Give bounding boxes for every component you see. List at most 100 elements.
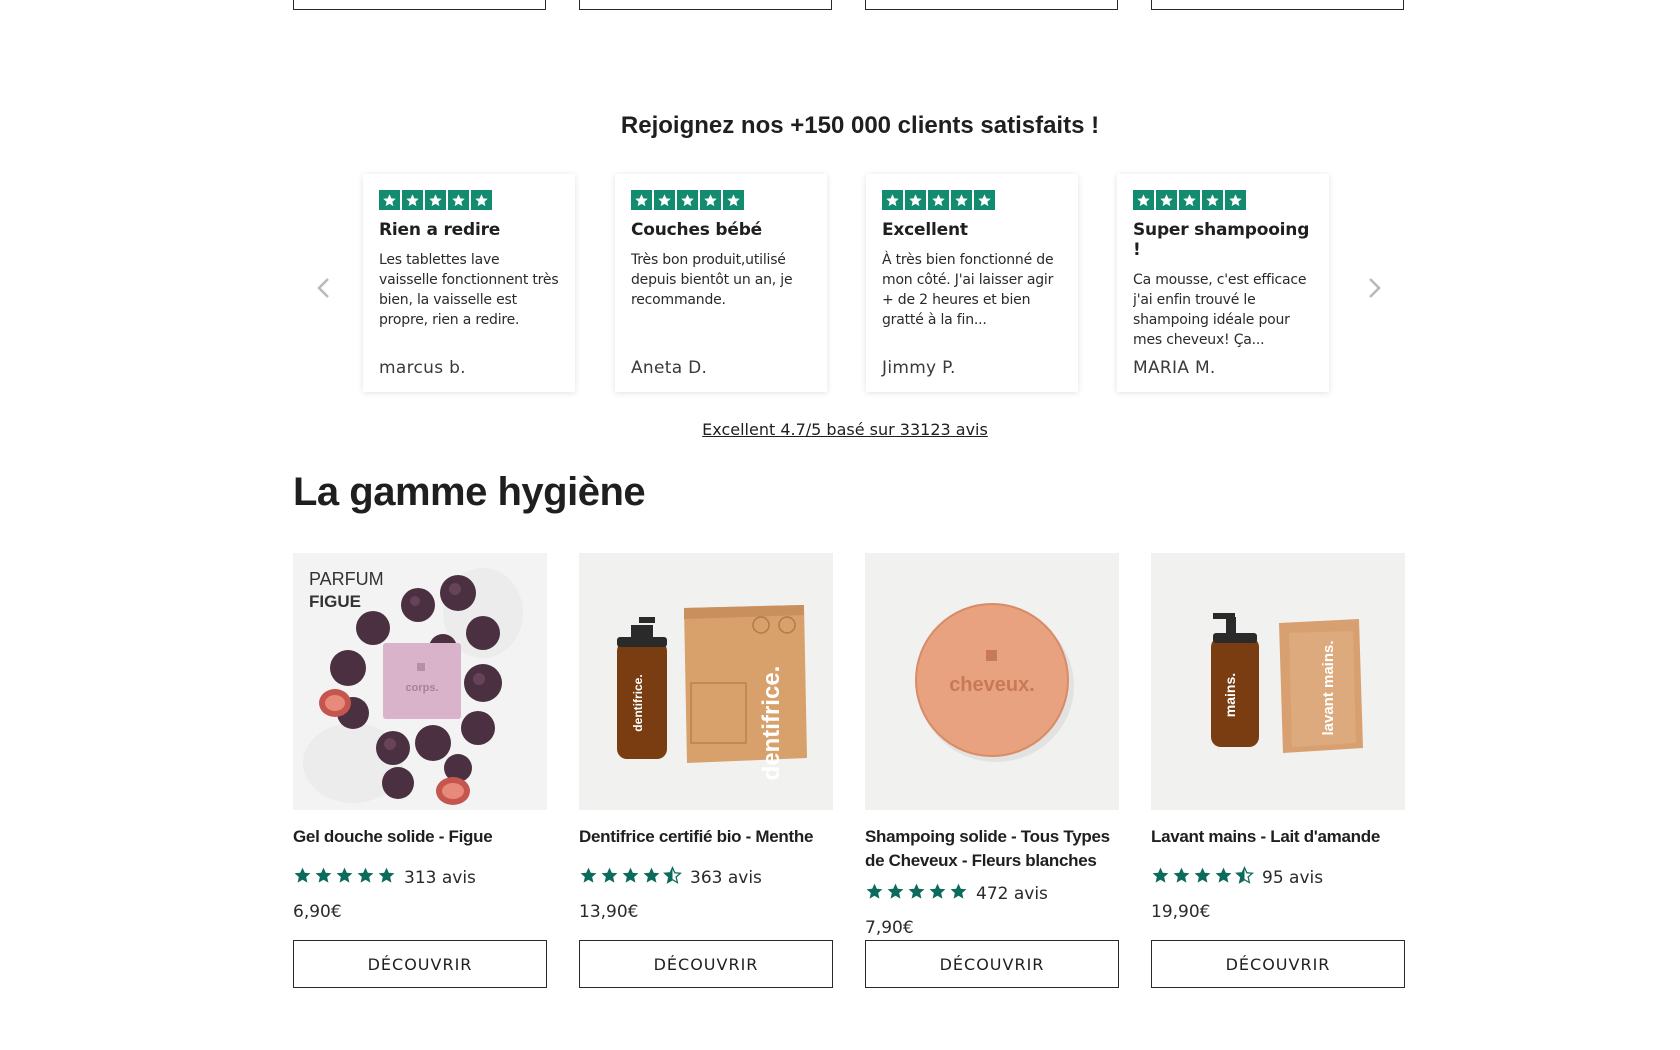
product-grid: corps. PARFUM FIGUE Gel douche solide - … [293,553,1407,993]
product-name[interactable]: Lavant mains - Lait d'amande [1151,825,1405,849]
star-icon [1202,190,1223,210]
rating-summary-link[interactable]: Excellent 4.7/5 basé sur 33123 avis [702,420,988,439]
svg-text:corps.: corps. [405,682,438,694]
star-icon [974,190,995,210]
product-image-fig-shower-gel[interactable]: corps. PARFUM FIGUE [293,553,547,810]
star-half-icon [1235,866,1254,890]
star-full-icon [1214,866,1233,890]
review-card[interactable]: Rien a redire Les tablettes lave vaissel… [363,174,575,392]
previous-product-button[interactable] [579,0,832,10]
carousel-next-button[interactable] [1360,274,1388,302]
star-icon [379,190,400,210]
star-icon [471,190,492,210]
discover-button[interactable]: DÉCOUVRIR [293,940,547,988]
review-card[interactable]: Excellent À très bien fonctionné de mon … [866,174,1078,392]
star-half-icon [663,866,682,890]
product-image-hand-wash[interactable]: lavant mains. mains. [1151,553,1405,810]
product-card[interactable]: cheveux. Shampoing solide - Tous Types d… [865,553,1119,993]
review-author: marcus b. [379,358,466,378]
star-full-icon [621,866,640,890]
rating-summary: Excellent 4.7/5 basé sur 33123 avis [0,420,1680,439]
trustpilot-stars [379,190,559,210]
review-author: Aneta D. [631,358,708,378]
svg-text:dentifrice.: dentifrice. [758,666,785,781]
previous-product-button[interactable] [865,0,1118,10]
svg-text:FIGUE: FIGUE [309,592,361,611]
star-icon [723,190,744,210]
star-icon [1133,190,1154,210]
star-full-icon [377,866,396,890]
product-price: 19,90€ [1151,902,1211,922]
review-count: 363 avis [690,868,762,888]
svg-text:cheveux.: cheveux. [949,674,1035,696]
rating-stars [865,882,968,906]
product-name[interactable]: Dentifrice certifié bio - Menthe [579,825,833,849]
star-icon [700,190,721,210]
star-full-icon [1193,866,1212,890]
star-full-icon [949,882,968,906]
rating-stars [1151,866,1254,890]
carousel-prev-button[interactable] [310,274,338,302]
star-icon [1156,190,1177,210]
svg-text:PARFUM: PARFUM [309,569,384,589]
product-price: 6,90€ [293,902,342,922]
review-body: Les tablettes lave vaisselle fonctionnen… [379,252,559,328]
star-icon [402,190,423,210]
star-icon [677,190,698,210]
star-full-icon [335,866,354,890]
review-body: Très bon produit,utilisé depuis bientôt … [631,252,793,308]
review-body: Ca mousse, c'est efficace j'ai enfin tro… [1133,272,1307,348]
svg-text:lavant mains.: lavant mains. [1320,640,1337,735]
product-image-solid-shampoo[interactable]: cheveux. [865,553,1119,810]
section-title: La gamme hygiène [293,470,646,514]
rating-stars [579,866,682,890]
product-image-toothpaste[interactable]: dentifrice. dentifrice. [579,553,833,810]
star-full-icon [886,882,905,906]
review-count: 313 avis [404,868,476,888]
star-full-icon [1151,866,1170,890]
star-full-icon [928,882,947,906]
reviews-headline: Rejoignez nos +150 000 clients satisfait… [620,112,1100,139]
fig-illustration: corps. PARFUM FIGUE [293,553,547,810]
discover-button[interactable]: DÉCOUVRIR [1151,940,1405,988]
product-price: 13,90€ [579,902,639,922]
reviews-carousel: Rien a redire Les tablettes lave vaissel… [0,174,1680,394]
chevron-right-icon [1369,278,1381,298]
star-full-icon [600,866,619,890]
product-card[interactable]: corps. PARFUM FIGUE Gel douche solide - … [293,553,547,993]
svg-text:dentifrice.: dentifrice. [631,674,645,731]
star-full-icon [1172,866,1191,890]
star-icon [425,190,446,210]
trustpilot-stars [631,190,811,210]
product-rating: 313 avis [293,866,547,890]
star-icon [882,190,903,210]
previous-section-buttons [293,0,1407,10]
product-name[interactable]: Shampoing solide - Tous Types de Cheveux… [865,825,1119,873]
star-full-icon [314,866,333,890]
star-full-icon [865,882,884,906]
star-full-icon [642,866,661,890]
rating-stars [293,866,396,890]
product-card[interactable]: lavant mains. mains. Lavant mains - Lait… [1151,553,1405,993]
previous-product-button[interactable] [1151,0,1404,10]
trustpilot-stars [1133,190,1313,210]
discover-button[interactable]: DÉCOUVRIR [865,940,1119,988]
review-title: Excellent [882,220,968,240]
star-icon [905,190,926,210]
discover-button[interactable]: DÉCOUVRIR [579,940,833,988]
review-card[interactable]: Super shampooing ! Ca mousse, c'est effi… [1117,174,1329,392]
star-full-icon [356,866,375,890]
star-full-icon [907,882,926,906]
previous-product-button[interactable] [293,0,546,10]
review-count: 472 avis [976,884,1048,904]
star-icon [1179,190,1200,210]
review-title: Rien a redire [379,220,501,240]
chevron-left-icon [317,278,329,298]
review-body: À très bien fonctionné de mon côté. J'ai… [882,252,1054,328]
product-card[interactable]: dentifrice. dentifrice. Dentifrice certi… [579,553,833,993]
product-name[interactable]: Gel douche solide - Figue [293,825,547,849]
star-icon [631,190,652,210]
review-author: Jimmy P. [882,358,956,378]
product-rating: 363 avis [579,866,833,890]
review-card[interactable]: Couches bébé Très bon produit,utilisé de… [615,174,827,392]
